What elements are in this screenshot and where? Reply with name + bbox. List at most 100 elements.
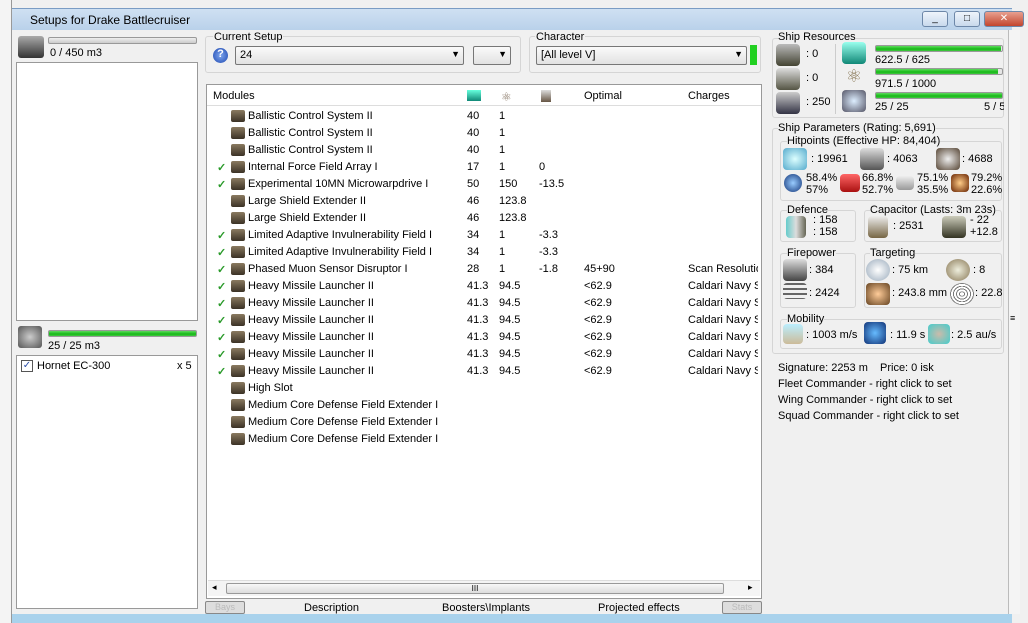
thermal-armor: 52.7% <box>862 184 894 196</box>
speed-icon <box>783 324 803 344</box>
module-name: Heavy Missile Launcher II <box>248 348 374 360</box>
drone-list: ✓ Hornet EC-300 x 5 <box>16 355 198 609</box>
col-charges[interactable]: Charges <box>688 90 730 102</box>
tab-boosters-implants[interactable]: Boosters\Implants <box>442 602 530 614</box>
tab-bays[interactable]: Bays <box>205 601 245 614</box>
module-cpu: 46 <box>467 212 480 224</box>
dps-value: : 384 <box>809 264 834 276</box>
wing-commander[interactable]: Wing Commander - right click to set <box>778 394 952 406</box>
tab-projected-effects[interactable]: Projected effects <box>598 602 680 614</box>
help-icon[interactable]: ? <box>213 48 228 63</box>
cargo-list[interactable] <box>16 62 198 321</box>
module-row[interactable]: Medium Core Defense Field Extender I <box>207 414 761 431</box>
module-row[interactable]: ✓ Heavy Missile Launcher II 41.3 94.5 <62.9 C… <box>207 295 761 312</box>
module-row[interactable]: Large Shield Extender II 46 123.8 <box>207 210 761 227</box>
module-name: Ballistic Control System II <box>248 110 373 122</box>
active-drones-value: 5 / 5 <box>984 101 1004 113</box>
powergrid-icon[interactable]: ⚛ <box>501 90 512 104</box>
module-row[interactable]: ✓ Limited Adaptive Invulnerability Field … <box>207 244 761 261</box>
module-row[interactable]: Ballistic Control System II 40 1 <box>207 125 761 142</box>
module-cpu: 46 <box>467 195 480 207</box>
setup-select[interactable]: 24 ▼ <box>235 46 464 65</box>
module-optimal: <62.9 <box>584 314 612 326</box>
capacitor-icon[interactable] <box>541 90 551 102</box>
powergrid-bar <box>875 68 1003 75</box>
module-check: ✓ <box>217 332 227 344</box>
module-charges: Scan Resolutio <box>688 263 758 275</box>
module-row[interactable]: ✓ Heavy Missile Launcher II 41.3 94.5 <62.9 C… <box>207 363 761 380</box>
module-icon <box>231 348 245 360</box>
module-powergrid: 1 <box>499 127 506 139</box>
scroll-right-icon[interactable]: ▸ <box>748 582 753 593</box>
cpu-value: 622.5 / 625 <box>875 54 931 66</box>
module-row[interactable]: ✓ Internal Force Field Array I 17 1 0 <box>207 159 761 176</box>
character-select[interactable]: [All level V] ▼ <box>536 46 747 65</box>
hull-hp: : 4688 <box>962 153 993 165</box>
module-row[interactable]: ✓ Heavy Missile Launcher II 41.3 94.5 <62.9 C… <box>207 312 761 329</box>
drone-bay-bar <box>48 330 197 337</box>
setup-value: 24 <box>240 49 253 61</box>
module-row[interactable]: Ballistic Control System II 40 1 <box>207 142 761 159</box>
module-row[interactable]: ✓ Heavy Missile Launcher II 41.3 94.5 <62.9 C… <box>207 346 761 363</box>
module-row[interactable]: Medium Core Defense Field Extender I <box>207 431 761 448</box>
module-row[interactable]: Medium Core Defense Field Extender I <box>207 397 761 414</box>
align-time-icon <box>864 322 886 344</box>
module-icon <box>231 365 245 377</box>
fleet-commander[interactable]: Fleet Commander - right click to set <box>778 378 952 390</box>
module-row[interactable]: ✓ Heavy Missile Launcher II 41.3 94.5 <62.9 C… <box>207 278 761 295</box>
max-speed: : 1003 m/s <box>806 329 858 341</box>
module-icon <box>231 297 245 309</box>
current-setup-label: Current Setup <box>213 31 284 43</box>
capacitor-usage-icon <box>942 216 966 238</box>
calibration-icon <box>776 92 800 114</box>
module-powergrid: 94.5 <box>499 280 521 292</box>
squad-commander[interactable]: Squad Commander - right click to set <box>778 410 959 422</box>
module-row[interactable]: ✓ Phased Muon Sensor Disruptor I 28 1 -1.8 45… <box>207 261 761 278</box>
module-icon <box>231 382 245 394</box>
close-button[interactable]: ✕ <box>984 11 1024 27</box>
module-cpu: 34 <box>467 246 480 258</box>
col-optimal[interactable]: Optimal <box>584 90 622 102</box>
module-icon <box>231 314 245 326</box>
maximize-button[interactable]: □ <box>954 11 980 27</box>
scroll-thumb[interactable]: III <box>226 583 724 594</box>
minimize-button[interactable]: _ <box>922 11 948 27</box>
module-cpu: 40 <box>467 127 480 139</box>
module-row[interactable]: ✓ Heavy Missile Launcher II 41.3 94.5 <62.9 C… <box>207 329 761 346</box>
right-splitter[interactable]: ≡ <box>1008 30 1020 614</box>
module-row[interactable]: ✓ Limited Adaptive Invulnerability Field … <box>207 227 761 244</box>
col-modules[interactable]: Modules <box>213 90 255 102</box>
scroll-left-icon[interactable]: ◂ <box>212 582 217 593</box>
capacitor-regen: +12.8 <box>970 226 998 238</box>
drone-checkbox[interactable]: ✓ <box>21 360 33 372</box>
module-row[interactable]: Large Shield Extender II 46 123.8 <box>207 193 761 210</box>
module-name: Ballistic Control System II <box>248 127 373 139</box>
cpu-icon[interactable] <box>467 90 481 101</box>
setup-actions-button[interactable]: ▼ <box>473 46 511 65</box>
module-charges: Caldari Navy Sc <box>688 314 758 326</box>
drone-bay-icon <box>18 326 42 348</box>
module-check: ✓ <box>217 281 227 293</box>
module-check: ✓ <box>217 315 227 327</box>
module-powergrid: 1 <box>499 161 506 173</box>
max-targets-icon <box>946 259 970 281</box>
calibration: : 250 <box>806 96 831 108</box>
module-row[interactable]: High Slot <box>207 380 761 397</box>
module-row[interactable]: Ballistic Control System II 40 1 <box>207 108 761 125</box>
tab-description[interactable]: Description <box>304 602 359 614</box>
module-name: Heavy Missile Launcher II <box>248 314 374 326</box>
turret-slots: : 0 <box>806 48 819 60</box>
character-label: Character <box>535 31 586 43</box>
tab-stats[interactable]: Stats <box>722 601 762 614</box>
module-optimal: 45+90 <box>584 263 615 275</box>
module-check: ✓ <box>217 366 227 378</box>
module-powergrid: 1 <box>499 229 506 241</box>
horizontal-scrollbar[interactable]: ◂ III ▸ <box>208 580 760 596</box>
drone-name[interactable]: Hornet EC-300 <box>37 360 110 372</box>
module-powergrid: 94.5 <box>499 331 521 343</box>
launcher-icon <box>776 68 800 90</box>
module-check: ✓ <box>217 298 227 310</box>
module-row[interactable]: ✓ Experimental 10MN Microwarpdrive I 50 150… <box>207 176 761 193</box>
kinetic-armor: 35.5% <box>917 184 949 196</box>
warp-speed: : 2.5 au/s <box>951 329 997 341</box>
